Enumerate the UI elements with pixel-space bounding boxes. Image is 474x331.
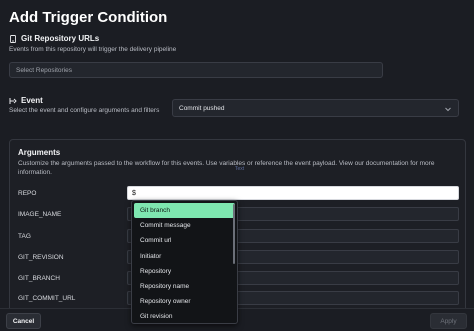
arg-label-git-branch: GIT_BRANCH [18, 275, 60, 282]
event-section-heading: Event [9, 96, 43, 105]
file-icon [10, 34, 16, 43]
git-section-subtitle: Events from this repository will trigger… [9, 46, 177, 53]
git-section-heading: Git Repository URLs [9, 34, 99, 43]
event-section-title: Event [21, 96, 43, 105]
suggestion-git-branch[interactable]: Git branch [134, 203, 235, 219]
arg-label-tag: TAG [18, 233, 31, 240]
arg-input-repo[interactable]: $ [127, 186, 459, 200]
event-icon [9, 97, 17, 104]
git-section-title: Git Repository URLs [21, 34, 100, 43]
repository-select-placeholder: Select Repositories [16, 66, 72, 74]
arg-label-image-name: IMAGE_NAME [18, 211, 62, 218]
suggestion-repository[interactable]: Repository [134, 264, 235, 279]
variable-suggestions-dropdown: Git branch Commit message Commit url Ini… [131, 200, 238, 324]
arg-label-repo: REPO [18, 190, 37, 197]
event-select[interactable]: Commit pushed [172, 99, 459, 117]
chevron-down-icon [445, 107, 451, 112]
arg-input-repo-value: $ [132, 189, 136, 197]
suggestion-commit-message[interactable]: Commit message [134, 218, 235, 233]
suggestion-repository-owner[interactable]: Repository owner [134, 294, 235, 309]
arg-label-git-revision: GIT_REVISION [18, 254, 64, 261]
tooltip-hint: Text [235, 166, 245, 172]
event-section-subtitle: Select the event and configure arguments… [9, 107, 160, 114]
apply-button[interactable]: Apply [430, 313, 467, 329]
suggestion-initiator[interactable]: Initiator [134, 249, 235, 264]
arguments-title: Arguments [18, 148, 61, 157]
dialog-title: Add Trigger Condition [9, 9, 168, 26]
suggestion-commit-url[interactable]: Commit url [134, 233, 235, 248]
event-select-value: Commit pushed [179, 104, 225, 112]
cancel-button[interactable]: Cancel [6, 313, 41, 329]
arg-label-git-commit-url: GIT_COMMIT_URL [18, 295, 76, 302]
dropdown-scrollbar[interactable] [233, 204, 235, 264]
suggestion-git-revision[interactable]: Git revision [134, 309, 235, 323]
repository-select-input[interactable]: Select Repositories [9, 62, 383, 78]
suggestion-repository-name[interactable]: Repository name [134, 279, 235, 294]
